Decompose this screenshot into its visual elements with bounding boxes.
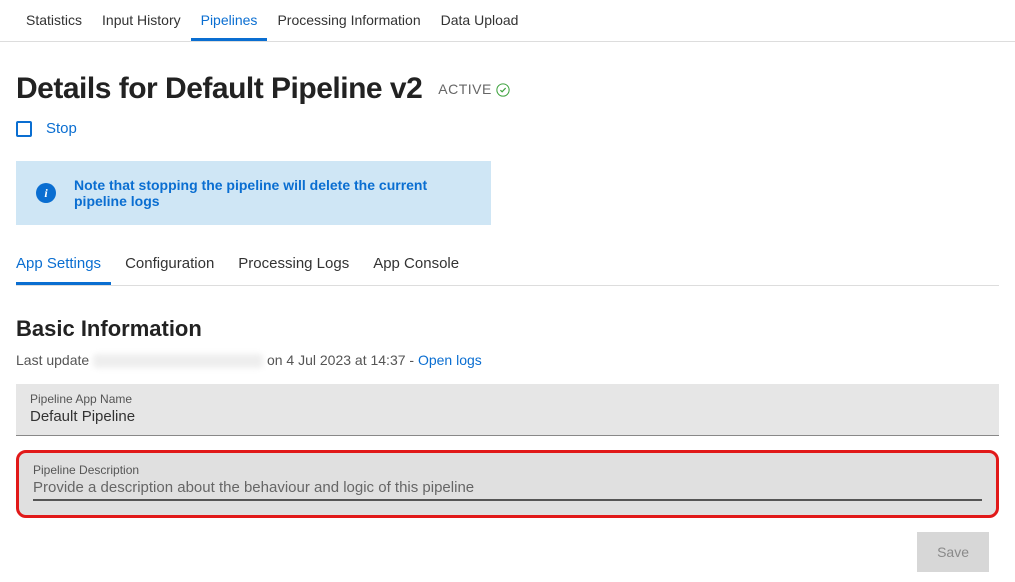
pipeline-description-field[interactable]: Pipeline Description Provide a descripti… (16, 450, 999, 518)
main-content: Details for Default Pipeline v2 ACTIVE S… (0, 42, 1015, 582)
tab-data-upload[interactable]: Data Upload (431, 8, 529, 41)
pipeline-app-name-field[interactable]: Pipeline App Name Default Pipeline (16, 384, 999, 436)
save-row: Save (16, 532, 999, 572)
checkmark-circle-icon (496, 83, 510, 97)
subtab-processing-logs[interactable]: Processing Logs (238, 251, 359, 285)
title-row: Details for Default Pipeline v2 ACTIVE (16, 72, 999, 106)
subtab-app-console[interactable]: App Console (373, 251, 469, 285)
stop-label: Stop (46, 120, 77, 137)
field-label: Pipeline App Name (30, 392, 985, 406)
section-heading: Basic Information (16, 316, 999, 342)
save-button[interactable]: Save (917, 532, 989, 572)
status-badge: ACTIVE (438, 81, 509, 97)
sub-tabs: App Settings Configuration Processing Lo… (16, 251, 999, 286)
info-note-text: Note that stopping the pipeline will del… (74, 177, 471, 209)
field-label: Pipeline Description (33, 463, 982, 477)
tab-pipelines[interactable]: Pipelines (191, 8, 268, 41)
stop-icon (16, 121, 32, 137)
tab-statistics[interactable]: Statistics (16, 8, 92, 41)
status-text: ACTIVE (438, 81, 492, 97)
page-title: Details for Default Pipeline v2 (16, 72, 422, 106)
last-update-meta: Last update on 4 Jul 2023 at 14:37 - Ope… (16, 352, 999, 368)
meta-prefix: Last update (16, 352, 89, 368)
open-logs-link[interactable]: Open logs (418, 352, 482, 368)
stop-action[interactable]: Stop (16, 120, 999, 137)
info-note: i Note that stopping the pipeline will d… (16, 161, 491, 225)
field-value: Default Pipeline (30, 408, 985, 425)
subtab-configuration[interactable]: Configuration (125, 251, 224, 285)
tab-input-history[interactable]: Input History (92, 8, 191, 41)
meta-redacted-user (93, 354, 263, 368)
top-tabs: Statistics Input History Pipelines Proce… (0, 0, 1015, 42)
field-placeholder: Provide a description about the behaviou… (33, 479, 982, 496)
subtab-app-settings[interactable]: App Settings (16, 251, 111, 285)
meta-date: on 4 Jul 2023 at 14:37 - (267, 352, 418, 368)
tab-processing-information[interactable]: Processing Information (267, 8, 430, 41)
info-icon: i (36, 183, 56, 203)
